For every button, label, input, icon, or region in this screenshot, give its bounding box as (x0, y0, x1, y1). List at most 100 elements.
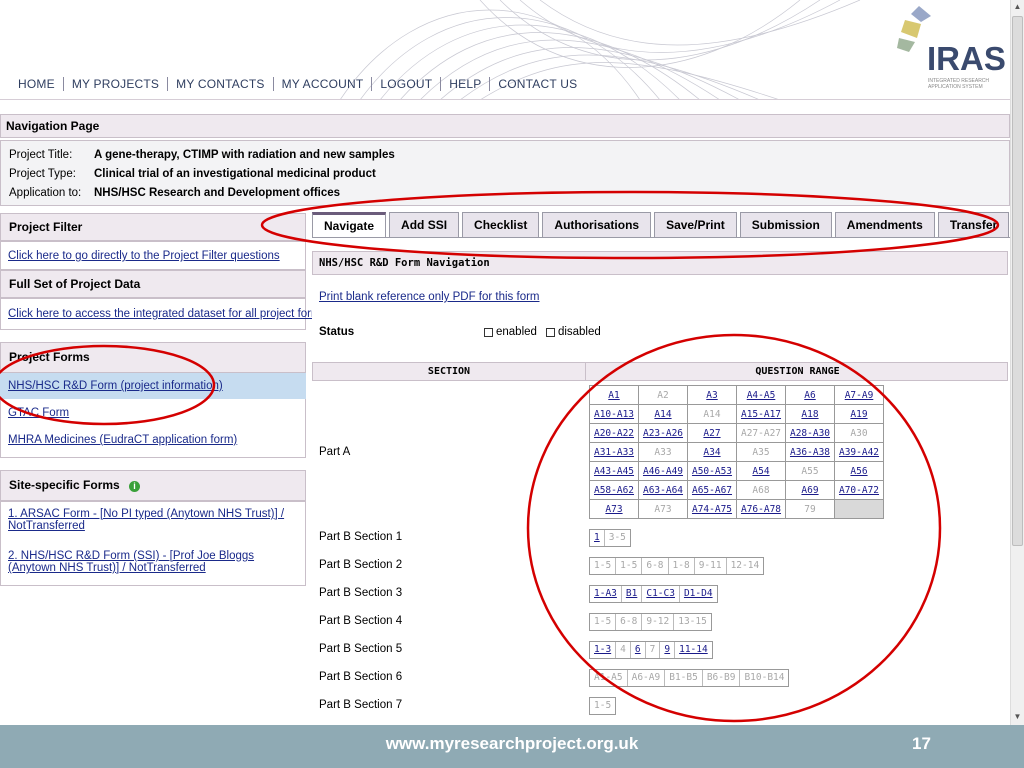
question-range-cell[interactable]: A58-A62 (589, 480, 639, 500)
question-range-cell[interactable]: A28-A30 (785, 423, 835, 443)
project-filter-heading: Project Filter (0, 213, 306, 241)
question-range-cell[interactable]: A19 (834, 404, 884, 424)
print-blank-pdf-link[interactable]: Print blank reference only PDF for this … (319, 291, 540, 303)
site-form-link-ssi[interactable]: 2. NHS/HSC R&D Form (SSI) - [Prof Joe Bl… (8, 550, 298, 574)
question-range-cell[interactable]: A46-A49 (638, 461, 688, 481)
site-form-link-arsac[interactable]: 1. ARSAC Form - [No PI typed (Anytown NH… (8, 508, 298, 532)
question-range-cell[interactable]: A1 (589, 385, 639, 405)
question-range-cell[interactable]: A63-A64 (638, 480, 688, 500)
form-link-mhra[interactable]: MHRA Medicines (EudraCT application form… (8, 434, 237, 446)
question-range-cell[interactable]: A3 (687, 385, 737, 405)
question-range-cell[interactable]: A50-A53 (687, 461, 737, 481)
section-table-header: SECTION QUESTION RANGE (312, 362, 1008, 381)
question-range-cell[interactable]: A23-A26 (638, 423, 688, 443)
form-navigation-heading: NHS/HSC R&D Form Navigation (312, 251, 1008, 275)
info-icon[interactable]: i (129, 481, 141, 492)
nav-my-contacts[interactable]: MY CONTACTS (167, 77, 272, 91)
part-a-row: A1 A2 A3 A4-A5 A6 A7-A9 (589, 385, 884, 405)
question-range-chip: 1-5 (594, 616, 612, 627)
question-range-cell[interactable]: A54 (736, 461, 786, 481)
question-range-cell[interactable]: A20-A22 (589, 423, 639, 443)
section-column-header: SECTION (427, 366, 471, 377)
question-range-chip: 1-5 (615, 558, 641, 574)
enabled-legend-text: enabled (496, 326, 537, 338)
question-range-cell[interactable]: A76-A78 (736, 499, 786, 519)
question-range-cell[interactable]: A18 (785, 404, 835, 424)
question-range-chip[interactable]: D1-D4 (678, 586, 717, 602)
question-range-chip: 9-12 (641, 614, 673, 630)
scroll-down-icon[interactable]: ▼ (1011, 710, 1024, 724)
question-range-cell[interactable]: A34 (687, 442, 737, 462)
question-range-cell[interactable]: A65-A67 (687, 480, 737, 500)
tab-amendments[interactable]: Amendments (834, 212, 935, 238)
scroll-thumb[interactable] (1012, 16, 1023, 546)
tab-checklist[interactable]: Checklist (462, 212, 540, 238)
question-range-cell[interactable]: A10-A13 (589, 404, 639, 424)
footer-url: www.myresearchproject.org.uk (385, 734, 639, 753)
form-link-nhs-rd[interactable]: NHS/HSC R&D Form (project information) (8, 380, 223, 392)
question-range-chip[interactable]: 11-14 (674, 642, 712, 658)
section-range-chips: A1-A5 A6-A9 B1-B5 B6-B9 B10-B14 (589, 669, 790, 687)
question-range-cell[interactable]: A36-A38 (785, 442, 835, 462)
question-range-cell[interactable]: A27 (687, 423, 737, 443)
question-range-chip: 6-8 (641, 558, 667, 574)
status-legend: enabled disabled (484, 326, 601, 338)
page-scrollbar[interactable]: ▲ ▼ (1010, 0, 1024, 725)
question-range-cell[interactable]: A56 (834, 461, 884, 481)
question-range-cell[interactable]: A15-A17 (736, 404, 786, 424)
question-range-cell[interactable]: A70-A72 (834, 480, 884, 500)
question-range-cell[interactable]: A74-A75 (687, 499, 737, 519)
section-label: Part B Section 4 (319, 615, 403, 627)
nav-my-projects[interactable]: MY PROJECTS (62, 77, 167, 91)
section-range-chips: 1-A3 B1 C1-C3 D1-D4 (589, 585, 718, 603)
navigation-page-title: Navigation Page (0, 114, 1010, 138)
question-range-cell[interactable]: A43-A45 (589, 461, 639, 481)
question-range-cell[interactable]: A14 (638, 404, 688, 424)
question-range-chip: B6-B9 (701, 670, 740, 686)
tab-authorisations[interactable]: Authorisations (542, 212, 652, 238)
status-label: Status (319, 326, 355, 338)
disabled-checkbox-icon (545, 327, 555, 337)
question-range-chip[interactable]: 6 (629, 642, 645, 658)
question-range-cell: A27-A27 (736, 423, 786, 443)
section-range-chips: 1-5 (589, 697, 617, 715)
question-range-chip[interactable]: C1-C3 (641, 586, 679, 602)
question-range-chip[interactable]: B1 (620, 586, 641, 602)
nav-my-account[interactable]: MY ACCOUNT (272, 77, 372, 91)
site-header: HOME MY PROJECTS MY CONTACTS MY ACCOUNT LOGO… (0, 0, 1010, 100)
scroll-up-icon[interactable]: ▲ (1011, 0, 1024, 14)
question-range-chip: 1-8 (667, 558, 694, 574)
full-set-link[interactable]: Click here to access the integrated data… (8, 308, 326, 320)
question-range-chip: 1-5 (594, 700, 612, 711)
tab-transfer[interactable]: Transfer (937, 212, 1010, 238)
nav-contact-us[interactable]: CONTACT US (489, 77, 585, 91)
nav-home[interactable]: HOME (10, 77, 63, 91)
section-range-chips: 1-5 1-5 6-8 1-8 9-11 12-14 (589, 557, 765, 575)
question-range-cell[interactable]: A31-A33 (589, 442, 639, 462)
project-forms-heading: Project Forms (0, 342, 306, 373)
tab-save-print[interactable]: Save/Print (654, 212, 737, 238)
tab-navigate[interactable]: Navigate (312, 212, 387, 238)
nav-logout[interactable]: LOGOUT (371, 77, 440, 91)
question-range-cell[interactable]: A6 (785, 385, 835, 405)
question-range-cell: A33 (638, 442, 688, 462)
form-link-gtac[interactable]: GTAC Form (8, 407, 69, 419)
question-range-cell[interactable]: A39-A42 (834, 442, 884, 462)
question-range-chip: 12-14 (725, 558, 764, 574)
question-range-cell: A2 (638, 385, 688, 405)
question-range-cell[interactable]: A73 (589, 499, 639, 519)
tab-submission[interactable]: Submission (739, 212, 832, 238)
project-title-label: Project Title: (9, 149, 73, 161)
question-range-chip[interactable]: 1-3 (590, 642, 615, 658)
question-range-cell (834, 499, 884, 519)
section-label: Part B Section 6 (319, 671, 403, 683)
question-range-cell[interactable]: A7-A9 (834, 385, 884, 405)
question-range-cell[interactable]: A4-A5 (736, 385, 786, 405)
tab-add-ssi[interactable]: Add SSI (389, 212, 460, 238)
project-filter-link[interactable]: Click here to go directly to the Project… (8, 250, 280, 262)
question-range-cell[interactable]: A69 (785, 480, 835, 500)
question-range-chip[interactable]: 1 (590, 530, 604, 546)
nav-help[interactable]: HELP (440, 77, 489, 91)
question-range-chip[interactable]: 1-A3 (590, 586, 621, 602)
question-range-chip[interactable]: 9 (659, 642, 674, 658)
